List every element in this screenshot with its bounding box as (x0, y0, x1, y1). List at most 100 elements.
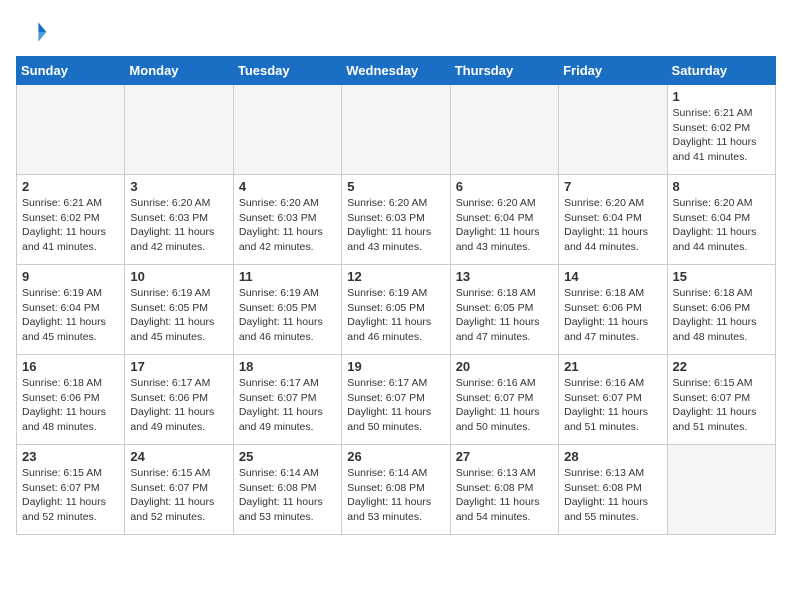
calendar-cell: 3 Sunrise: 6:20 AM Sunset: 6:03 PM Daylig… (125, 175, 233, 265)
weekday-header-tuesday: Tuesday (233, 57, 341, 85)
day-number: 4 (239, 179, 336, 194)
day-info: Sunrise: 6:19 AM Sunset: 6:04 PM Dayligh… (22, 286, 119, 345)
calendar-cell: 14Sunrise: 6:18 AM Sunset: 6:06 PM Dayli… (559, 265, 667, 355)
day-number: 28 (564, 449, 661, 464)
calendar-week-1: 1Sunrise: 6:21 AM Sunset: 6:02 PM Daylig… (17, 85, 776, 175)
calendar-cell: 17 Sunrise: 6:17 AM Sunset: 6:06 PM Dayli… (125, 355, 233, 445)
calendar-cell (342, 85, 450, 175)
day-number: 2 (22, 179, 119, 194)
day-info: Sunrise: 6:19 AM Sunset: 6:05 PM Dayligh… (130, 286, 227, 345)
calendar-cell: 1Sunrise: 6:21 AM Sunset: 6:02 PM Daylig… (667, 85, 775, 175)
day-number: 21 (564, 359, 661, 374)
calendar-cell: 23 Sunrise: 6:15 AM Sunset: 6:07 PM Dayli… (17, 445, 125, 535)
calendar-cell: 13 Sunrise: 6:18 AM Sunset: 6:05 PM Dayli… (450, 265, 558, 355)
day-number: 14 (564, 269, 661, 284)
logo-icon (16, 16, 48, 48)
day-info: Sunrise: 6:15 AM Sunset: 6:07 PM Dayligh… (130, 466, 227, 525)
day-info: Sunrise: 6:17 AM Sunset: 6:06 PM Dayligh… (130, 376, 227, 435)
calendar-week-5: 23 Sunrise: 6:15 AM Sunset: 6:07 PM Dayli… (17, 445, 776, 535)
calendar-cell: 9 Sunrise: 6:19 AM Sunset: 6:04 PM Daylig… (17, 265, 125, 355)
day-info: Sunrise: 6:15 AM Sunset: 6:07 PM Dayligh… (673, 376, 770, 435)
day-info: Sunrise: 6:18 AM Sunset: 6:05 PM Dayligh… (456, 286, 553, 345)
day-number: 13 (456, 269, 553, 284)
day-number: 19 (347, 359, 444, 374)
calendar-cell: 6 Sunrise: 6:20 AM Sunset: 6:04 PM Daylig… (450, 175, 558, 265)
day-info: Sunrise: 6:17 AM Sunset: 6:07 PM Dayligh… (347, 376, 444, 435)
day-number: 7 (564, 179, 661, 194)
day-number: 15 (673, 269, 770, 284)
day-info: Sunrise: 6:16 AM Sunset: 6:07 PM Dayligh… (564, 376, 661, 435)
calendar-cell: 22 Sunrise: 6:15 AM Sunset: 6:07 PM Dayli… (667, 355, 775, 445)
day-number: 3 (130, 179, 227, 194)
day-info: Sunrise: 6:15 AM Sunset: 6:07 PM Dayligh… (22, 466, 119, 525)
day-info: Sunrise: 6:19 AM Sunset: 6:05 PM Dayligh… (347, 286, 444, 345)
day-number: 1 (673, 89, 770, 104)
calendar-header: SundayMondayTuesdayWednesdayThursdayFrid… (17, 57, 776, 85)
day-info: Sunrise: 6:18 AM Sunset: 6:06 PM Dayligh… (22, 376, 119, 435)
day-number: 12 (347, 269, 444, 284)
day-number: 5 (347, 179, 444, 194)
calendar-cell: 11 Sunrise: 6:19 AM Sunset: 6:05 PM Dayli… (233, 265, 341, 355)
day-info: Sunrise: 6:20 AM Sunset: 6:04 PM Dayligh… (673, 196, 770, 255)
day-info: Sunrise: 6:20 AM Sunset: 6:03 PM Dayligh… (239, 196, 336, 255)
day-number: 24 (130, 449, 227, 464)
day-info: Sunrise: 6:14 AM Sunset: 6:08 PM Dayligh… (239, 466, 336, 525)
day-number: 16 (22, 359, 119, 374)
calendar-cell: 18 Sunrise: 6:17 AM Sunset: 6:07 PM Dayli… (233, 355, 341, 445)
day-number: 26 (347, 449, 444, 464)
weekday-header-wednesday: Wednesday (342, 57, 450, 85)
day-number: 11 (239, 269, 336, 284)
calendar-cell: 19 Sunrise: 6:17 AM Sunset: 6:07 PM Dayli… (342, 355, 450, 445)
day-number: 18 (239, 359, 336, 374)
calendar-cell (125, 85, 233, 175)
day-number: 23 (22, 449, 119, 464)
calendar-table: SundayMondayTuesdayWednesdayThursdayFrid… (16, 56, 776, 535)
calendar-cell: 20 Sunrise: 6:16 AM Sunset: 6:07 PM Dayli… (450, 355, 558, 445)
calendar-cell: 25 Sunrise: 6:14 AM Sunset: 6:08 PM Dayli… (233, 445, 341, 535)
calendar-week-4: 16 Sunrise: 6:18 AM Sunset: 6:06 PM Dayli… (17, 355, 776, 445)
day-number: 20 (456, 359, 553, 374)
calendar-cell (667, 445, 775, 535)
calendar-cell: 28 Sunrise: 6:13 AM Sunset: 6:08 PM Dayli… (559, 445, 667, 535)
weekday-header-saturday: Saturday (667, 57, 775, 85)
calendar-week-3: 9 Sunrise: 6:19 AM Sunset: 6:04 PM Daylig… (17, 265, 776, 355)
logo (16, 16, 52, 48)
weekday-header-thursday: Thursday (450, 57, 558, 85)
day-number: 8 (673, 179, 770, 194)
day-info: Sunrise: 6:20 AM Sunset: 6:04 PM Dayligh… (456, 196, 553, 255)
calendar-cell: 12 Sunrise: 6:19 AM Sunset: 6:05 PM Dayli… (342, 265, 450, 355)
calendar-cell: 4 Sunrise: 6:20 AM Sunset: 6:03 PM Daylig… (233, 175, 341, 265)
day-info: Sunrise: 6:20 AM Sunset: 6:03 PM Dayligh… (347, 196, 444, 255)
day-info: Sunrise: 6:20 AM Sunset: 6:04 PM Dayligh… (564, 196, 661, 255)
day-info: Sunrise: 6:20 AM Sunset: 6:03 PM Dayligh… (130, 196, 227, 255)
weekday-header-sunday: Sunday (17, 57, 125, 85)
calendar-cell: 10 Sunrise: 6:19 AM Sunset: 6:05 PM Dayli… (125, 265, 233, 355)
calendar-cell (559, 85, 667, 175)
day-info: Sunrise: 6:16 AM Sunset: 6:07 PM Dayligh… (456, 376, 553, 435)
calendar-cell: 2 Sunrise: 6:21 AM Sunset: 6:02 PM Daylig… (17, 175, 125, 265)
day-number: 22 (673, 359, 770, 374)
calendar-cell: 15 Sunrise: 6:18 AM Sunset: 6:06 PM Dayli… (667, 265, 775, 355)
day-number: 27 (456, 449, 553, 464)
day-info: Sunrise: 6:13 AM Sunset: 6:08 PM Dayligh… (564, 466, 661, 525)
calendar-cell: 16 Sunrise: 6:18 AM Sunset: 6:06 PM Dayli… (17, 355, 125, 445)
day-info: Sunrise: 6:18 AM Sunset: 6:06 PM Dayligh… (673, 286, 770, 345)
day-info: Sunrise: 6:14 AM Sunset: 6:08 PM Dayligh… (347, 466, 444, 525)
calendar-cell: 27 Sunrise: 6:13 AM Sunset: 6:08 PM Dayli… (450, 445, 558, 535)
day-info: Sunrise: 6:17 AM Sunset: 6:07 PM Dayligh… (239, 376, 336, 435)
day-info: Sunrise: 6:19 AM Sunset: 6:05 PM Dayligh… (239, 286, 336, 345)
calendar-cell: 24 Sunrise: 6:15 AM Sunset: 6:07 PM Dayli… (125, 445, 233, 535)
day-number: 17 (130, 359, 227, 374)
day-info: Sunrise: 6:21 AM Sunset: 6:02 PM Dayligh… (22, 196, 119, 255)
calendar-cell (233, 85, 341, 175)
day-number: 10 (130, 269, 227, 284)
day-number: 6 (456, 179, 553, 194)
day-number: 9 (22, 269, 119, 284)
calendar-cell: 5 Sunrise: 6:20 AM Sunset: 6:03 PM Daylig… (342, 175, 450, 265)
day-number: 25 (239, 449, 336, 464)
day-info: Sunrise: 6:13 AM Sunset: 6:08 PM Dayligh… (456, 466, 553, 525)
page-header (16, 16, 776, 48)
calendar-week-2: 2 Sunrise: 6:21 AM Sunset: 6:02 PM Daylig… (17, 175, 776, 265)
calendar-cell: 7 Sunrise: 6:20 AM Sunset: 6:04 PM Daylig… (559, 175, 667, 265)
calendar-cell: 21 Sunrise: 6:16 AM Sunset: 6:07 PM Dayli… (559, 355, 667, 445)
